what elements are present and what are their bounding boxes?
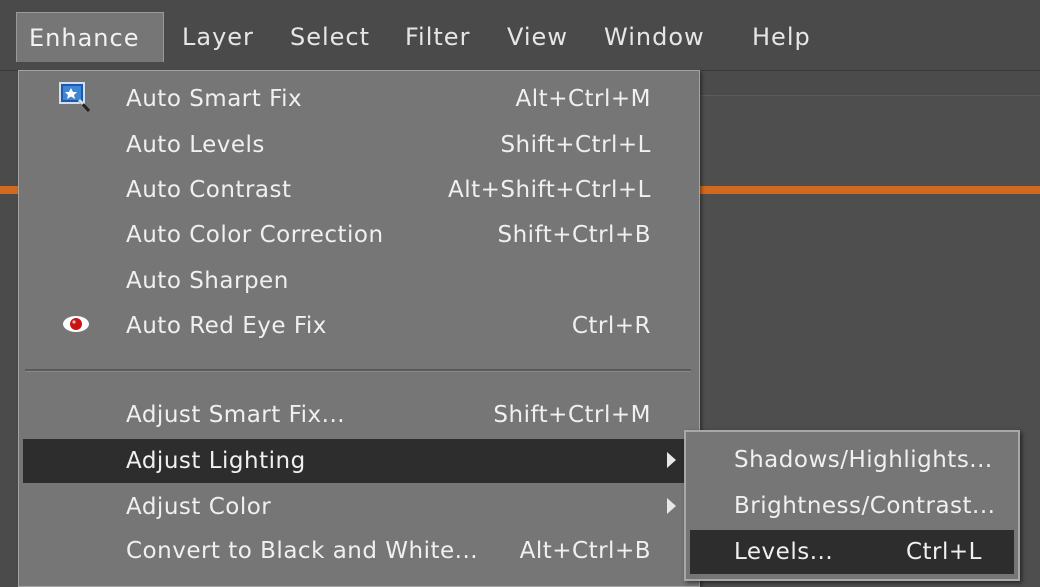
menu-help[interactable]: Help xyxy=(740,12,823,62)
submenu-arrow-icon xyxy=(667,452,676,468)
menu-item-shortcut: Alt+Ctrl+M xyxy=(515,86,651,112)
menu-item-auto-red-eye-fix[interactable]: Auto Red Eye Fix Ctrl+R xyxy=(23,304,695,348)
submenu-item-brightness-contrast[interactable]: Brightness/Contrast... xyxy=(690,484,1014,528)
menu-item-shortcut: Alt+Shift+Ctrl+L xyxy=(448,177,651,203)
menu-item-adjust-lighting[interactable]: Adjust Lighting xyxy=(23,439,689,483)
menu-item-label: Auto Red Eye Fix xyxy=(126,313,327,339)
menu-item-shortcut: Shift+Ctrl+B xyxy=(497,222,651,248)
enhance-dropdown-menu: Auto Smart Fix Alt+Ctrl+M Auto Levels Sh… xyxy=(18,70,700,587)
adjust-lighting-submenu: Shadows/Highlights... Brightness/Contras… xyxy=(684,430,1020,581)
menu-select[interactable]: Select xyxy=(278,12,382,62)
menu-item-auto-sharpen[interactable]: Auto Sharpen xyxy=(23,259,695,303)
submenu-item-levels[interactable]: Levels... Ctrl+L xyxy=(690,530,1014,574)
menu-item-auto-smart-fix[interactable]: Auto Smart Fix Alt+Ctrl+M xyxy=(23,77,695,121)
menu-view[interactable]: View xyxy=(495,12,580,62)
submenu-item-shortcut: Ctrl+L xyxy=(905,539,982,565)
menu-item-label: Auto Contrast xyxy=(126,177,292,203)
menu-item-label: Auto Sharpen xyxy=(126,268,289,294)
menu-item-auto-contrast[interactable]: Auto Contrast Alt+Shift+Ctrl+L xyxy=(23,168,695,212)
menu-item-auto-levels[interactable]: Auto Levels Shift+Ctrl+L xyxy=(23,123,695,167)
menu-window[interactable]: Window xyxy=(592,12,717,62)
auto-smart-fix-icon xyxy=(57,80,93,120)
menu-item-adjust-color[interactable]: Adjust Color xyxy=(23,485,695,529)
menu-item-label: Adjust Lighting xyxy=(126,448,306,474)
app-window: Enhance Layer Select Filter View Window … xyxy=(0,0,1040,587)
submenu-item-label: Levels... xyxy=(734,539,834,565)
menu-item-shortcut: Ctrl+R xyxy=(571,313,651,339)
submenu-item-label: Brightness/Contrast... xyxy=(734,493,996,519)
menu-filter[interactable]: Filter xyxy=(393,12,482,62)
menu-item-label: Auto Levels xyxy=(126,132,265,158)
menu-item-label: Adjust Smart Fix... xyxy=(126,402,346,428)
submenu-arrow-icon xyxy=(667,498,676,514)
submenu-item-shadows-highlights[interactable]: Shadows/Highlights... xyxy=(690,438,1014,482)
menu-item-label: Adjust Color xyxy=(126,494,272,520)
menu-item-shortcut: Alt+Ctrl+B xyxy=(519,538,651,564)
menu-item-convert-to-black-and-white[interactable]: Convert to Black and White... Alt+Ctrl+B xyxy=(23,529,695,573)
menu-layer[interactable]: Layer xyxy=(170,12,266,62)
menu-item-auto-color-correction[interactable]: Auto Color Correction Shift+Ctrl+B xyxy=(23,213,695,257)
menu-separator xyxy=(25,369,691,372)
menu-item-label: Convert to Black and White... xyxy=(126,538,479,564)
red-eye-icon xyxy=(61,314,91,340)
menu-item-adjust-smart-fix[interactable]: Adjust Smart Fix... Shift+Ctrl+M xyxy=(23,393,695,437)
submenu-item-label: Shadows/Highlights... xyxy=(734,447,993,473)
menu-item-shortcut: Shift+Ctrl+M xyxy=(493,402,651,428)
menu-enhance[interactable]: Enhance xyxy=(16,12,164,62)
menu-item-label: Auto Color Correction xyxy=(126,222,384,248)
menu-item-label: Auto Smart Fix xyxy=(126,86,303,112)
menu-bar: Enhance Layer Select Filter View Window … xyxy=(0,0,1040,71)
menu-item-shortcut: Shift+Ctrl+L xyxy=(500,132,651,158)
